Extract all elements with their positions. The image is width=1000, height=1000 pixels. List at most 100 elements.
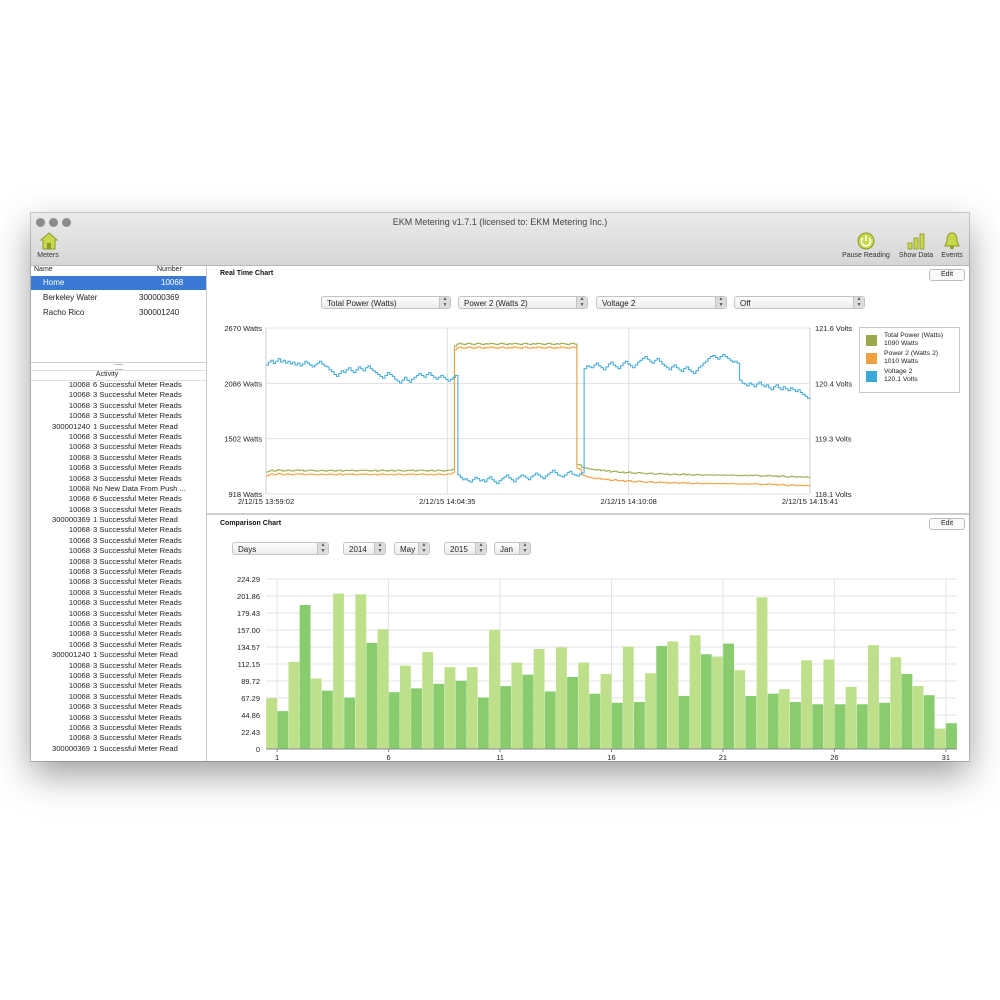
legend-swatch (866, 371, 877, 382)
meters-button[interactable]: Meters (35, 232, 61, 264)
bar (678, 695, 690, 749)
activity-row[interactable]: 10068 3 Successful Meter Reads (31, 723, 206, 733)
y-tick-label: 67.29 (241, 694, 260, 703)
activity-row[interactable]: 10068 3 Successful Meter Reads (31, 619, 206, 629)
activity-row[interactable]: 10068 3 Successful Meter Reads (31, 536, 206, 546)
activity-row[interactable]: 10068 3 Successful Meter Reads (31, 661, 206, 671)
app-window: EKM Metering v1.7.1 (licensed to: EKM Me… (31, 213, 969, 761)
bar (667, 641, 679, 749)
activity-meter-number: 10068 (68, 712, 90, 722)
meter-row-home[interactable]: Home 10068 (31, 276, 206, 290)
y-tick-label: 22.43 (241, 728, 260, 737)
bar (388, 692, 400, 749)
activity-row[interactable]: 10068 3 Successful Meter Reads (31, 411, 206, 421)
activity-row[interactable]: 10068 No New Data From Push ... (31, 484, 206, 494)
comparison-chart: 0 22.43 44.86 67.29 89.72 112.15 134.57 157.00 1… (237, 575, 957, 761)
bar (723, 643, 734, 749)
meter-row-berkeley-water[interactable]: Berkeley Water 300000369 (31, 291, 206, 305)
activity-meter-number: 10068 (68, 660, 90, 670)
bar (756, 597, 768, 749)
activity-row[interactable]: 10068 6 Successful Meter Reads (31, 380, 206, 390)
activity-row[interactable]: 10068 3 Successful Meter Reads (31, 546, 206, 556)
activity-row[interactable]: 10068 3 Successful Meter Reads (31, 432, 206, 442)
activity-row[interactable]: 10068 3 Successful Meter Reads (31, 671, 206, 681)
bar (399, 665, 411, 749)
activity-row[interactable]: 10068 6 Successful Meter Reads (31, 494, 206, 504)
activity-message: 3 Successful Meter Reads (93, 722, 182, 732)
x-tick-label: 2/12/15 14:04:35 (419, 497, 475, 506)
activity-row[interactable]: 10068 3 Successful Meter Reads (31, 442, 206, 452)
activity-meter-number: 10068 (68, 681, 90, 691)
activity-row[interactable]: 10068 3 Successful Meter Reads (31, 629, 206, 639)
comparison-period-select[interactable]: Days ▲ ▼ (232, 542, 329, 555)
activity-row[interactable]: 10068 3 Successful Meter Reads (31, 567, 206, 577)
comparison-edit-button[interactable]: Edit (929, 518, 965, 530)
activity-row[interactable]: 10068 3 Successful Meter Reads (31, 733, 206, 743)
activity-row[interactable]: 10068 3 Successful Meter Reads (31, 681, 206, 691)
show-data-button[interactable]: Show Data (896, 232, 936, 264)
realtime-series2-select[interactable]: Power 2 (Watts 2) ▲ ▼ (458, 296, 588, 309)
activity-meter-number: 10068 (68, 691, 90, 701)
realtime-chart-title: Real Time Chart (220, 270, 274, 277)
panel-divider[interactable] (207, 513, 969, 515)
activity-row[interactable]: 300000369 1 Successful Meter Read (31, 515, 206, 525)
activity-row[interactable]: 10068 3 Successful Meter Reads (31, 525, 206, 535)
realtime-series1-select[interactable]: Total Power (Watts) ▲ ▼ (321, 296, 451, 309)
activity-message: 1 Successful Meter Read (93, 743, 178, 753)
sidebar-splitter[interactable] (31, 362, 206, 363)
activity-row[interactable]: 10068 3 Successful Meter Reads (31, 713, 206, 723)
activity-row[interactable]: 10068 3 Successful Meter Reads (31, 401, 206, 411)
bar (355, 594, 367, 749)
activity-list: 10068 6 Successful Meter Reads 10068 3 Succ… (31, 380, 206, 754)
bar (700, 654, 712, 749)
bar (767, 693, 779, 749)
activity-row[interactable]: 10068 3 Successful Meter Reads (31, 474, 206, 484)
activity-row[interactable]: 10068 3 Successful Meter Reads (31, 505, 206, 515)
activity-row[interactable]: 10068 3 Successful Meter Reads (31, 702, 206, 712)
realtime-edit-button[interactable]: Edit (929, 269, 965, 281)
activity-row[interactable]: 10068 3 Successful Meter Reads (31, 577, 206, 587)
realtime-series3-select[interactable]: Voltage 2 ▲ ▼ (596, 296, 727, 309)
meter-row-racho-rico[interactable]: Racho Rico 300001240 (31, 306, 206, 320)
comparison-year1-select[interactable]: 2014 ▲ ▼ (343, 542, 386, 555)
events-label: Events (941, 252, 963, 259)
bar (567, 677, 578, 749)
pause-reading-button[interactable]: Pause Reading (837, 232, 895, 264)
plot-area (265, 327, 811, 495)
activity-row[interactable]: 300001240 1 Successful Meter Read (31, 650, 206, 660)
activity-message: 3 Successful Meter Reads (93, 577, 182, 587)
y-left-tick-label: 2670 Watts (224, 324, 262, 333)
activity-message: 1 Successful Meter Read (93, 515, 178, 525)
bar (868, 645, 879, 749)
comparison-month2-select[interactable]: Jan ▲ ▼ (494, 542, 531, 555)
bar (589, 693, 601, 749)
activity-row[interactable]: 10068 3 Successful Meter Reads (31, 598, 206, 608)
activity-message: 3 Successful Meter Reads (93, 691, 182, 701)
legend-series-value: 1010 Watts (884, 358, 919, 365)
x-tick-label: 6 (387, 753, 391, 761)
activity-row[interactable]: 10068 3 Successful Meter Reads (31, 609, 206, 619)
activity-row[interactable]: 10068 3 Successful Meter Reads (31, 390, 206, 400)
activity-row[interactable]: 10068 3 Successful Meter Reads (31, 588, 206, 598)
activity-row[interactable]: 10068 3 Successful Meter Reads (31, 692, 206, 702)
activity-row[interactable]: 10068 3 Successful Meter Reads (31, 453, 206, 463)
activity-row[interactable]: 10068 3 Successful Meter Reads (31, 557, 206, 567)
name-column-header[interactable]: Name (34, 266, 53, 273)
activity-row[interactable]: 10068 3 Successful Meter Reads (31, 463, 206, 473)
bell-icon (944, 232, 960, 250)
activity-meter-number: 10068 (68, 722, 90, 732)
activity-row[interactable]: 10068 3 Successful Meter Reads (31, 640, 206, 650)
activity-row[interactable]: 300000369 1 Successful Meter Read (31, 744, 206, 754)
activity-row[interactable]: 300001240 1 Successful Meter Read (31, 422, 206, 432)
y-tick-label: 157.00 (237, 626, 260, 635)
events-button[interactable]: Events (937, 232, 967, 264)
activity-message: 3 Successful Meter Reads (93, 733, 182, 743)
x-tick-label: 16 (607, 753, 615, 761)
y-tick-label: 134.57 (237, 643, 260, 652)
number-column-header[interactable]: Number (157, 266, 182, 273)
activity-meter-number: 10068 (68, 390, 90, 400)
realtime-series4-select[interactable]: Off ▲ ▼ (734, 296, 865, 309)
activity-meter-number: 10068 (68, 400, 90, 410)
comparison-month1-select[interactable]: May ▲ ▼ (394, 542, 430, 555)
comparison-year2-select[interactable]: 2015 ▲ ▼ (444, 542, 487, 555)
